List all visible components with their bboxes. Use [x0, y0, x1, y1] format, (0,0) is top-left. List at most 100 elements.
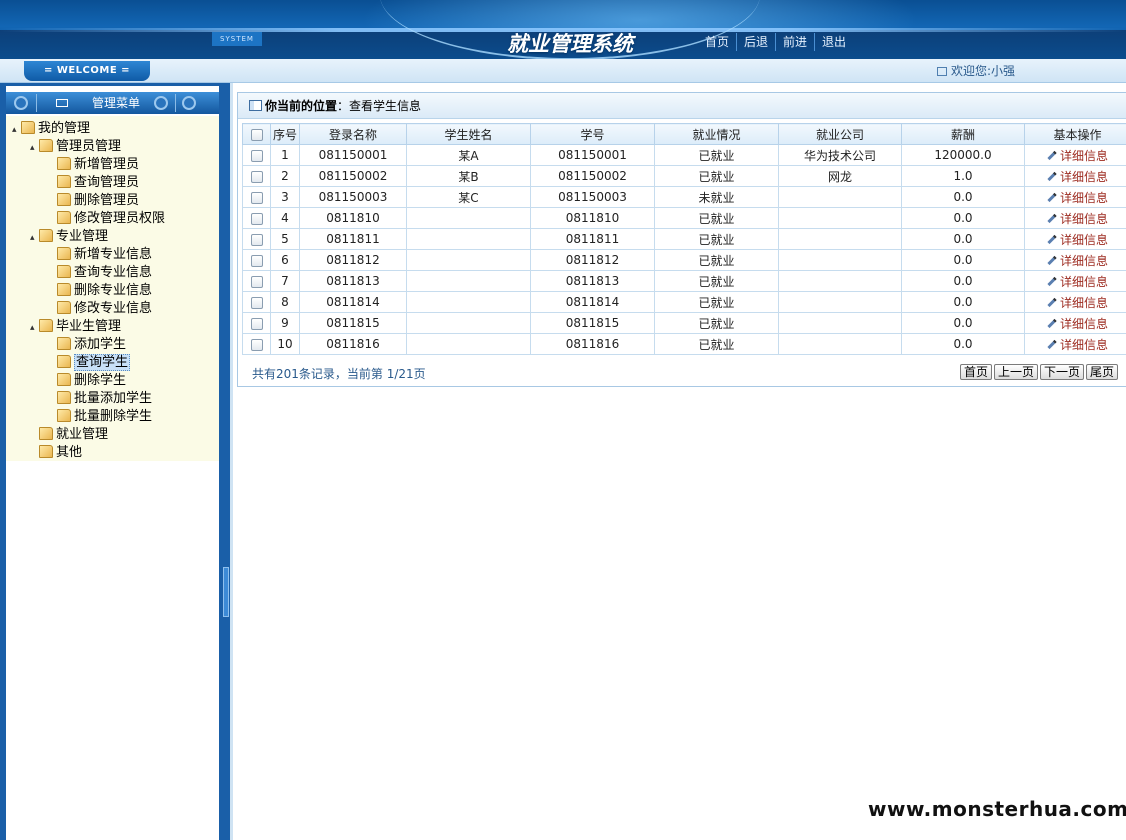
- row-select-cell[interactable]: [242, 207, 271, 229]
- menu-tree-label: 查询专业信息: [74, 265, 153, 280]
- folder-icon: [57, 301, 71, 314]
- menu-tree-item[interactable]: ▴ 管理员管理: [30, 138, 121, 156]
- menu-title: 管理菜单: [91, 96, 140, 110]
- action-cell: 详细信息: [1024, 249, 1126, 271]
- table-cell: 5: [270, 228, 300, 250]
- menu-tree-item[interactable]: 其他: [30, 444, 82, 462]
- folder-icon: [57, 355, 71, 368]
- table-cell: 某B: [406, 165, 531, 187]
- column-header: 序号: [270, 123, 300, 145]
- row-checkbox[interactable]: [250, 317, 263, 330]
- detail-link[interactable]: 详细信息: [1060, 275, 1108, 289]
- nav-forward-link[interactable]: 前进: [776, 33, 816, 51]
- knob-icon: [14, 96, 28, 110]
- menu-tree-item[interactable]: ▴ 专业管理: [30, 228, 108, 246]
- row-select-cell[interactable]: [242, 165, 271, 187]
- row-select-cell[interactable]: [242, 144, 271, 166]
- row-select-cell[interactable]: [242, 228, 271, 250]
- select-all-checkbox[interactable]: [250, 128, 263, 141]
- table-cell: 1.0: [901, 165, 1025, 187]
- row-checkbox[interactable]: [250, 275, 263, 288]
- table-cell: 已就业: [654, 270, 779, 292]
- table-cell: 某C: [406, 186, 531, 208]
- next-page-button[interactable]: 下一页: [1039, 364, 1084, 380]
- table-cell: [778, 207, 902, 229]
- table-row: 5 0811811 0811811 已就业 0.0 详细信息: [242, 228, 1126, 250]
- select-all-header[interactable]: [242, 123, 271, 145]
- knob-icon: [154, 96, 168, 110]
- table-cell: 0811814: [299, 291, 407, 313]
- row-checkbox[interactable]: [250, 296, 263, 309]
- table-row: 4 0811810 0811810 已就业 0.0 详细信息: [242, 207, 1126, 229]
- column-header: 基本操作: [1024, 123, 1126, 145]
- menu-tree-item[interactable]: 批量删除学生: [48, 408, 152, 426]
- table-cell: 0.0: [901, 228, 1025, 250]
- table-cell: 9: [270, 312, 300, 334]
- row-checkbox[interactable]: [250, 191, 263, 204]
- frame-splitter[interactable]: [222, 83, 230, 840]
- row-checkbox[interactable]: [250, 212, 263, 225]
- nav-logout-link[interactable]: 退出: [815, 33, 853, 51]
- detail-link[interactable]: 详细信息: [1060, 149, 1108, 163]
- menu-tree-item[interactable]: 修改专业信息: [48, 300, 152, 318]
- row-select-cell[interactable]: [242, 312, 271, 334]
- nav-back-link[interactable]: 后退: [737, 33, 777, 51]
- row-checkbox[interactable]: [250, 170, 263, 183]
- table-row: 1 081150001 某A 081150001 已就业 华为技术公司 120000.0 详细…: [242, 144, 1126, 166]
- nav-home-link[interactable]: 首页: [698, 33, 738, 51]
- row-select-cell[interactable]: [242, 270, 271, 292]
- detail-link[interactable]: 详细信息: [1060, 254, 1108, 268]
- detail-link[interactable]: 详细信息: [1060, 233, 1108, 247]
- detail-link[interactable]: 详细信息: [1060, 212, 1108, 226]
- detail-link[interactable]: 详细信息: [1060, 317, 1108, 331]
- pencil-icon: [1047, 192, 1057, 202]
- welcome-tab: = WELCOME =: [24, 61, 150, 81]
- folder-icon: [57, 211, 71, 224]
- row-checkbox[interactable]: [250, 338, 263, 351]
- table-row: 3 081150003 某C 081150003 未就业 0.0 详细信息: [242, 186, 1126, 208]
- menu-tree-label: 修改专业信息: [74, 301, 153, 316]
- splitter-grip[interactable]: [223, 567, 229, 617]
- menu-tree-item[interactable]: ▴ 我的管理: [12, 120, 90, 138]
- row-select-cell[interactable]: [242, 186, 271, 208]
- pencil-icon: [1047, 339, 1057, 349]
- menu-tree-item[interactable]: 查询管理员: [48, 174, 139, 192]
- detail-link[interactable]: 详细信息: [1060, 191, 1108, 205]
- menu-tree-item[interactable]: 查询专业信息: [48, 264, 152, 282]
- pencil-icon: [1047, 255, 1057, 265]
- menu-tree-item[interactable]: 删除管理员: [48, 192, 139, 210]
- row-select-cell[interactable]: [242, 333, 271, 355]
- table-cell: 0.0: [901, 291, 1025, 313]
- prev-page-button[interactable]: 上一页: [993, 364, 1038, 380]
- first-page-button[interactable]: 首页: [959, 364, 992, 380]
- menu-tree-item[interactable]: 删除学生: [48, 372, 126, 390]
- menu-tree-item[interactable]: 查询学生: [48, 354, 131, 372]
- menu-tree-item[interactable]: 批量添加学生: [48, 390, 152, 408]
- row-checkbox[interactable]: [250, 149, 263, 162]
- main-content: 你当前的位置：查看学生信息 序号 登录名称 学生姓名 学号 就业情况 就业公司 薪酬 基本操作…: [230, 83, 1126, 840]
- row-checkbox[interactable]: [250, 233, 263, 246]
- menu-tree-item[interactable]: ▴ 毕业生管理: [30, 318, 121, 336]
- row-select-cell[interactable]: [242, 249, 271, 271]
- action-cell: 详细信息: [1024, 186, 1126, 208]
- detail-link[interactable]: 详细信息: [1060, 170, 1108, 184]
- menu-tree-label: 删除管理员: [74, 193, 140, 208]
- menu-tree-label: 修改管理员权限: [74, 211, 166, 226]
- table-cell: [406, 207, 531, 229]
- row-checkbox[interactable]: [250, 254, 263, 267]
- folder-icon: [21, 121, 35, 134]
- last-page-button[interactable]: 尾页: [1085, 364, 1118, 380]
- menu-tree-label: 添加学生: [74, 337, 127, 352]
- row-select-cell[interactable]: [242, 291, 271, 313]
- menu-tree-item[interactable]: 删除专业信息: [48, 282, 152, 300]
- menu-tree-item[interactable]: 新增管理员: [48, 156, 139, 174]
- menu-tree-item[interactable]: 修改管理员权限: [48, 210, 165, 228]
- detail-link[interactable]: 详细信息: [1060, 296, 1108, 310]
- menu-tree-item[interactable]: 就业管理: [30, 426, 108, 444]
- menu-tree-item[interactable]: 新增专业信息: [48, 246, 152, 264]
- table-cell: [778, 228, 902, 250]
- menu-tree-label: 毕业生管理: [56, 319, 122, 334]
- menu-tree-item[interactable]: 添加学生: [48, 336, 126, 354]
- table-cell: 0811812: [299, 249, 407, 271]
- detail-link[interactable]: 详细信息: [1060, 338, 1108, 352]
